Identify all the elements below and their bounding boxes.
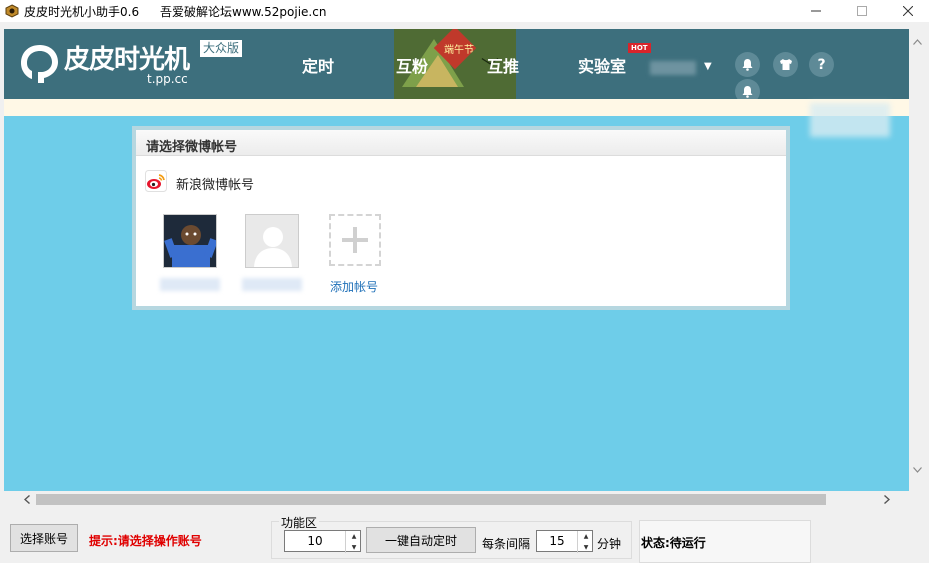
- horizontal-scroll-thumb[interactable]: [36, 494, 826, 505]
- account-name-blurred-2: [242, 278, 302, 291]
- notification-bell-icon[interactable]: [735, 52, 760, 77]
- notice-strip: [4, 99, 909, 116]
- stepper-up-icon[interactable]: ▲: [578, 531, 594, 542]
- select-account-button[interactable]: 选择账号: [10, 524, 78, 552]
- nav-schedule[interactable]: 定时: [302, 53, 334, 77]
- help-icon[interactable]: ?: [809, 52, 834, 77]
- minutes-stepper[interactable]: ▲ ▼: [536, 530, 593, 553]
- scroll-up-icon[interactable]: [909, 33, 926, 50]
- account-select-panel: 请选择微博帐号 新浪微博帐号 添加帐号: [132, 126, 790, 310]
- skin-shirt-icon[interactable]: [773, 52, 798, 77]
- scroll-left-icon[interactable]: [18, 491, 35, 508]
- account-avatar-2[interactable]: [245, 214, 299, 268]
- window-title: 皮皮时光机小助手0.6: [24, 5, 140, 19]
- site-logo-name[interactable]: 皮皮时光机: [64, 39, 190, 76]
- bottom-toolbar: 选择账号 提示:请选择操作账号 功能区 ▲ ▼ 一键自动定时 每条间隔 ▲ ▼ …: [0, 508, 929, 563]
- account-name-blurred-1: [160, 278, 220, 291]
- stepper-up-icon[interactable]: ▲: [346, 531, 362, 542]
- horizontal-scrollbar[interactable]: [4, 491, 909, 508]
- default-avatar-icon: [246, 215, 298, 267]
- sina-weibo-label: 新浪微博帐号: [176, 178, 255, 193]
- minimize-icon: [811, 10, 821, 12]
- scroll-right-icon[interactable]: [878, 491, 895, 508]
- nav-lab[interactable]: 实验室: [578, 53, 626, 77]
- avatar-image-1: [164, 215, 216, 267]
- sina-weibo-icon: [145, 170, 167, 192]
- minutes-stepper-arrows[interactable]: ▲ ▼: [577, 531, 593, 553]
- minutes-unit-label: 分钟: [597, 537, 622, 551]
- account-select-panel-body: 请选择微博帐号 新浪微博帐号 添加帐号: [136, 130, 786, 306]
- stepper-down-icon[interactable]: ▼: [578, 542, 594, 553]
- browser-frame: 皮皮时光机 大众版 t.pp.cc 定时 ﹀ 端午节 互粉 互推 实验室 HOT…: [4, 29, 909, 491]
- stepper-down-icon[interactable]: ▼: [346, 542, 362, 553]
- close-button[interactable]: [885, 0, 929, 22]
- per-item-interval-label: 每条间隔: [482, 537, 531, 551]
- function-group-title: 功能区: [279, 514, 320, 531]
- hot-badge: HOT: [628, 43, 651, 53]
- interval-stepper-arrows[interactable]: ▲ ▼: [345, 531, 361, 553]
- maximize-button[interactable]: [839, 0, 885, 22]
- promo-text: 端午节: [444, 45, 474, 56]
- minutes-input[interactable]: [537, 531, 577, 551]
- app-window: 皮皮时光机小助手0.6 吾爱破解论坛www.52pojie.cn 皮皮时光机 大…: [0, 0, 929, 563]
- maximize-icon: [857, 6, 867, 16]
- vertical-scrollbar[interactable]: [909, 29, 926, 491]
- site-header: 皮皮时光机 大众版 t.pp.cc 定时 ﹀ 端午节 互粉 互推 实验室 HOT…: [4, 29, 909, 104]
- status-text: 状态:待运行: [641, 536, 706, 550]
- panel-header: 请选择微博帐号: [136, 130, 786, 156]
- add-account-button[interactable]: [329, 214, 381, 266]
- window-url-label: 吾爱破解论坛www.52pojie.cn: [160, 5, 327, 19]
- title-bar: 皮皮时光机小助手0.6 吾爱破解论坛www.52pojie.cn: [0, 0, 929, 22]
- nav-mutual-promote[interactable]: 互推: [487, 53, 519, 77]
- side-blurred-content: [810, 103, 890, 137]
- scroll-down-icon[interactable]: [909, 461, 926, 478]
- logo-icon[interactable]: [18, 41, 58, 85]
- site-domain: t.pp.cc: [147, 72, 188, 86]
- interval-input[interactable]: [285, 531, 345, 551]
- add-account-link[interactable]: 添加帐号: [330, 278, 378, 295]
- hint-text: 提示:请选择操作账号: [89, 534, 202, 548]
- nav-mutual-follow[interactable]: 互粉: [396, 53, 428, 77]
- user-menu-caret-icon[interactable]: ▼: [704, 61, 712, 72]
- edition-badge: 大众版: [200, 40, 243, 57]
- help-glyph: ?: [817, 56, 826, 73]
- account-avatar-1[interactable]: [163, 214, 217, 268]
- minimize-button[interactable]: [793, 0, 839, 22]
- user-name-blurred[interactable]: [650, 61, 696, 75]
- auto-schedule-button[interactable]: 一键自动定时: [366, 527, 476, 553]
- plus-icon: [342, 227, 368, 253]
- app-icon: [5, 4, 19, 18]
- interval-stepper[interactable]: ▲ ▼: [284, 530, 361, 553]
- panel-title: 请选择微博帐号: [146, 140, 238, 155]
- close-icon: [903, 6, 913, 16]
